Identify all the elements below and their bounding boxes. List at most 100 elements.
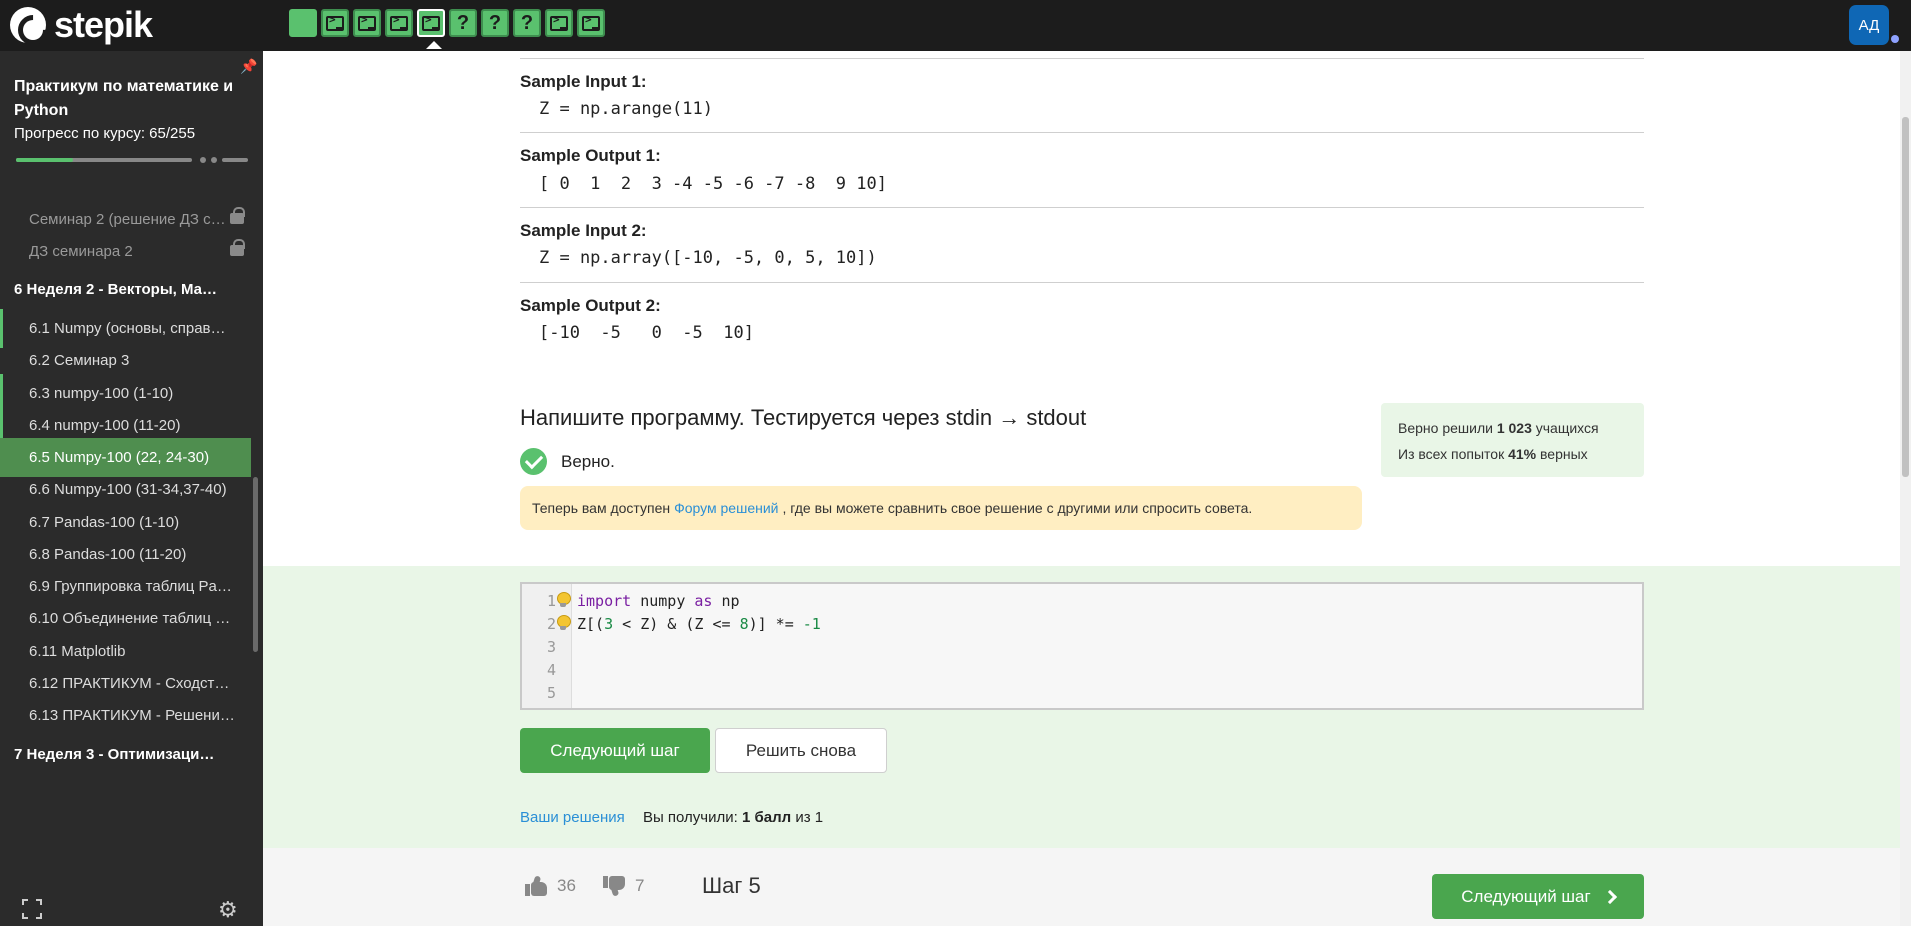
forum-notice-suffix: , где вы можете сравнить свое решение с … [782, 500, 1253, 516]
editor-gutter: 1 2 3 4 5 [522, 584, 572, 708]
sample-input-2-code: Z = np.array([-10, -5, 0, 5, 10]) [539, 248, 877, 268]
code-keyword: as [694, 592, 713, 610]
verdict-text: Верно. [561, 451, 615, 471]
progress-dot [211, 157, 217, 163]
sidebar-item-label: 6 Неделя 2 - Векторы, Ма… [14, 281, 217, 298]
step-code-2[interactable] [321, 9, 349, 37]
terminal-icon [358, 13, 376, 31]
sidebar-item-label: 6.1 Numpy (основы, справ… [29, 320, 226, 337]
check-icon [520, 448, 547, 475]
step-code-9[interactable] [545, 9, 573, 37]
page-scrollbar-thumb[interactable] [1902, 117, 1909, 477]
lightbulb-icon[interactable] [556, 592, 571, 607]
lightbulb-icon[interactable] [556, 615, 571, 630]
forum-notice-prefix: Теперь вам доступен [532, 500, 671, 516]
thumbs-up-icon [525, 875, 547, 896]
step-code-5[interactable] [417, 9, 445, 49]
stats-percent: 41% [1508, 446, 1537, 462]
page-scrollbar[interactable] [1900, 51, 1911, 926]
divider [520, 282, 1644, 283]
line-number: 2 [546, 615, 556, 633]
top-bar: stepik ??? АД [0, 0, 1911, 51]
your-solutions-link[interactable]: Ваши решения [520, 809, 625, 826]
line-number: 4 [546, 661, 556, 679]
sidebar-item-label: 6.6 Numpy-100 (31-34,37-40) [29, 481, 227, 498]
stepik-logo[interactable]: stepik [10, 4, 153, 46]
pin-icon[interactable]: 📌 [240, 58, 257, 75]
progress-fill [16, 158, 74, 162]
sidebar-section[interactable]: 7 Неделя 3 - Оптимизация… [0, 735, 251, 774]
forum-notice: Теперь вам доступен Форум решений , где … [520, 486, 1362, 530]
stats-percent-prefix: Из всех попыток [1398, 446, 1505, 462]
stats-solved-count: 1 023 [1496, 420, 1532, 436]
progress-bar [16, 157, 248, 163]
step-code-10[interactable] [577, 9, 605, 37]
stepik-logo-icon [10, 7, 46, 43]
sidebar-item-label: 6.12 ПРАКТИКУМ - Сходст… [29, 675, 230, 692]
gear-icon[interactable]: ⚙ [218, 897, 238, 923]
like-button[interactable]: 36 [525, 875, 576, 896]
terminal-icon [582, 13, 600, 31]
dislike-button[interactable]: 7 [603, 876, 645, 897]
sidebar-section[interactable]: 6 Неделя 2 - Векторы, Ма… [0, 270, 251, 309]
footer-next-step-button[interactable]: Следующий шаг [1432, 874, 1644, 919]
sidebar-item-label: Семинар 2 (решение ДЗ с… [29, 211, 226, 228]
course-title[interactable]: Практикум по математике и Python [14, 75, 244, 123]
line-number: 5 [546, 684, 556, 702]
step-quiz-6[interactable]: ? [449, 9, 477, 37]
step-quiz-7[interactable]: ? [481, 9, 509, 37]
task-title: Напишите программу. Тестируется через st… [520, 405, 1087, 430]
progress-label: Прогресс по курсу: [14, 125, 145, 142]
step-content: Sample Input 1: Z = np.arange(11) Sample… [263, 51, 1900, 926]
divider [520, 207, 1644, 208]
user-avatar[interactable]: АД [1849, 5, 1889, 45]
step-text-1[interactable] [289, 9, 317, 37]
score-prefix: Вы получили: [642, 809, 738, 826]
step-code-4[interactable] [385, 9, 413, 37]
notification-dot [1891, 35, 1899, 43]
course-sidebar: 📌 Практикум по математике и Python Прогр… [0, 51, 263, 926]
sidebar-item-label: 6.7 Pandas-100 (1-10) [29, 514, 180, 531]
stats-solved-suffix: учащихся [1535, 420, 1599, 436]
code-number: -1 [802, 615, 821, 633]
code-text: )] *= [748, 615, 803, 633]
sample-output-2-code: [-10 -5 0 -5 10] [539, 323, 754, 343]
sidebar-scrollbar[interactable] [253, 477, 258, 652]
lock-icon [230, 239, 245, 256]
code-number: 8 [739, 615, 749, 633]
code-text: Z[( [577, 615, 605, 633]
code-line-1: import numpy as np [577, 592, 740, 610]
step-quiz-8[interactable]: ? [513, 9, 541, 37]
footer-next-step-label: Следующий шаг [1461, 886, 1591, 906]
dislike-count: 7 [635, 876, 645, 895]
code-line-2: Z[(3 < Z) & (Z <= 8)] *= -1 [577, 615, 821, 633]
fullscreen-icon[interactable] [22, 899, 42, 919]
sidebar-lesson-item[interactable]: ДЗ семинара 2 [0, 232, 251, 271]
submission-results: Ваши решения Вы получили: 1 балл из 1 [520, 809, 823, 826]
sample-output-1-label: Sample Output 1: [520, 146, 661, 165]
lock-icon [230, 207, 245, 224]
sample-input-1-label: Sample Input 1: [520, 72, 647, 91]
progress-value: 65/255 [149, 125, 196, 142]
solve-stats: Верно решили 1 023 учащихся Из всех попы… [1381, 403, 1644, 477]
stats-percent-suffix: верных [1540, 446, 1588, 462]
sidebar-item-label: 6.5 Numpy-100 (22, 24-30) [29, 449, 210, 466]
solve-again-button[interactable]: Решить снова [715, 728, 887, 773]
sample-output-1-code: [ 0 1 2 3 -4 -5 -6 -7 -8 9 10] [539, 174, 887, 194]
thumbs-down-icon [603, 876, 625, 897]
sidebar-lesson-item[interactable]: 6.13 ПРАКТИКУМ - Решени… [0, 696, 251, 735]
progress-tail [222, 158, 248, 162]
code-editor[interactable]: 1 2 3 4 5 import numpy as np Z[(3 < Z) &… [520, 582, 1644, 710]
sidebar-item-label: 6.3 numpy-100 (1-10) [29, 385, 174, 402]
sidebar-item-label: 6.13 ПРАКТИКУМ - Решени… [29, 707, 235, 724]
forum-link[interactable]: Форум решений [674, 500, 778, 516]
verdict: Верно. [520, 448, 615, 475]
code-text: numpy [631, 592, 695, 610]
next-step-button[interactable]: Следующий шаг [520, 728, 710, 773]
step-code-3[interactable] [353, 9, 381, 37]
sample-output-2-label: Sample Output 2: [520, 296, 661, 315]
score-value: 1 балл [741, 809, 792, 826]
sidebar-item-label: 6.2 Семинар 3 [29, 352, 130, 369]
terminal-icon [550, 13, 568, 31]
code-number: 3 [604, 615, 614, 633]
